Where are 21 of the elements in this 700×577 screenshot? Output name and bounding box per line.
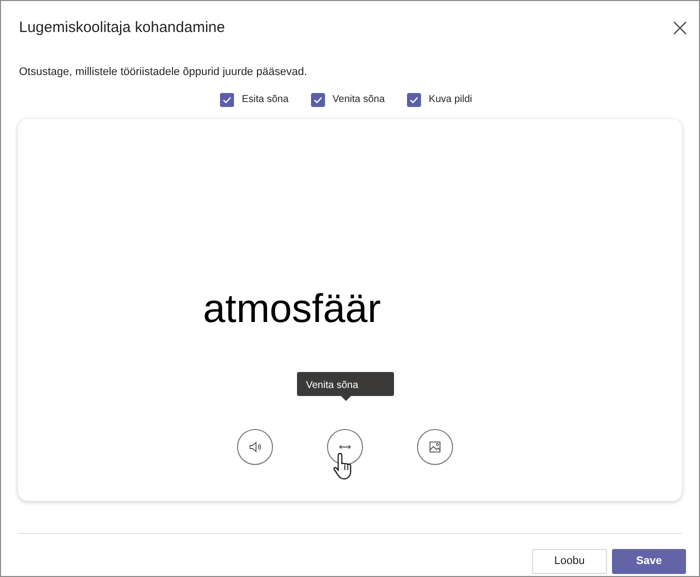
- checkbox-label: Esita sõna: [242, 93, 289, 107]
- picture-icon: [427, 439, 443, 455]
- checkbox[interactable]: [406, 92, 421, 106]
- dialog-title: Lugemiskoolitaja kohandamine: [19, 18, 225, 38]
- tool-button[interactable]: [417, 429, 453, 465]
- instruction-text: Otsustage, millistele tööriistadele õppurid juurde pääsevad.: [18, 64, 308, 80]
- tool-button[interactable]: [237, 429, 273, 465]
- cancel-button[interactable]: Loobu: [532, 549, 607, 574]
- tooltip: Venita sõna: [297, 372, 394, 401]
- preview-word: atmosfäär: [203, 289, 381, 329]
- close-icon[interactable]: [673, 21, 687, 36]
- save-button[interactable]: Save: [612, 549, 686, 574]
- checkmark-icon: [312, 94, 323, 104]
- tool-button[interactable]: [327, 429, 363, 465]
- checkbox-label: Venita sõna: [332, 93, 385, 107]
- speaker-icon: [247, 439, 263, 455]
- checkmark-icon: [222, 94, 232, 104]
- checkbox[interactable]: [310, 92, 325, 106]
- checkbox[interactable]: [220, 92, 234, 106]
- checkmark-icon: [408, 94, 419, 104]
- checkbox-label: Kuva pildi: [428, 93, 472, 107]
